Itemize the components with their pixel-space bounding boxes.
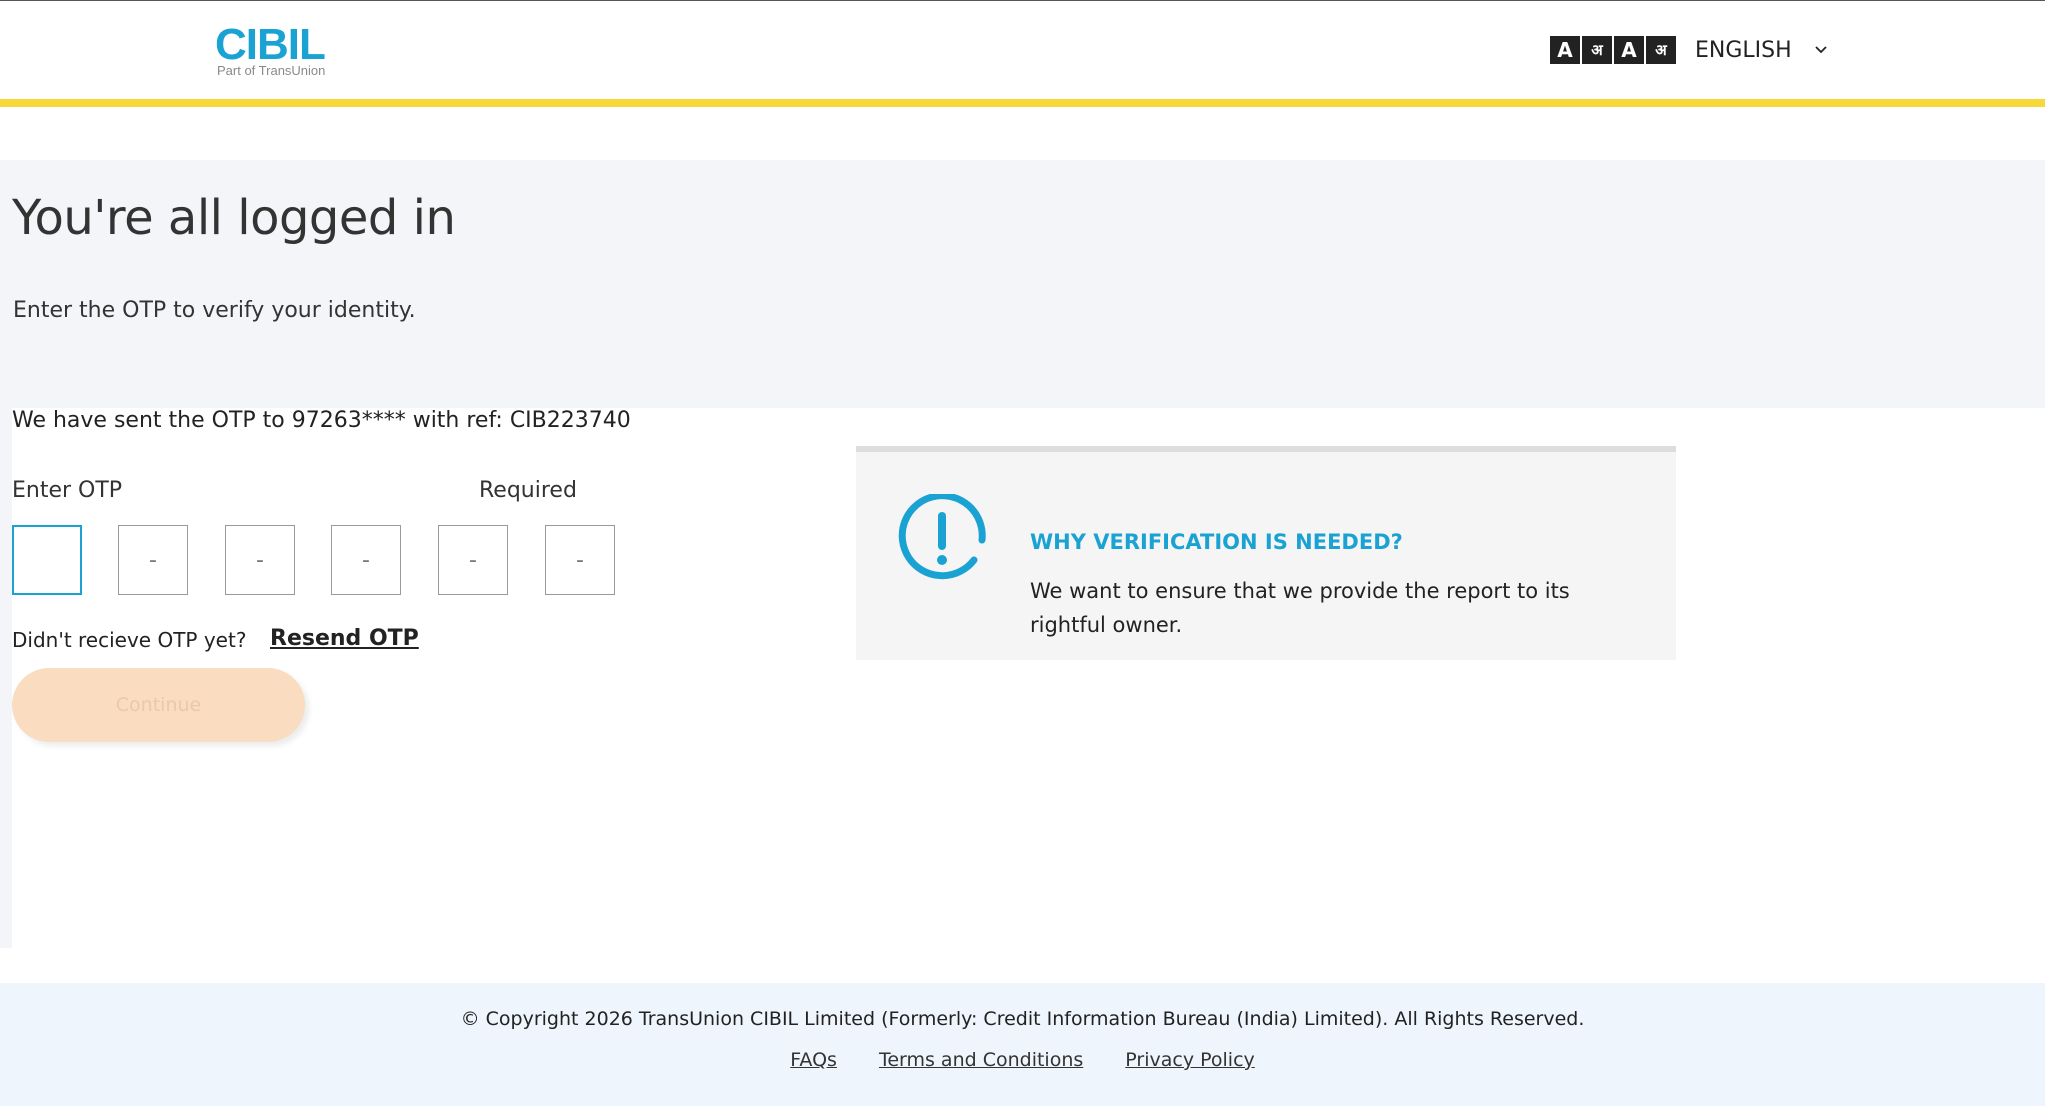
- continue-button[interactable]: Continue: [12, 668, 305, 742]
- footer-link-privacy[interactable]: Privacy Policy: [1125, 1049, 1254, 1071]
- otp-label: Enter OTP: [12, 478, 123, 503]
- otp-digit-4[interactable]: [331, 525, 401, 595]
- chevron-down-icon: [1815, 46, 1827, 54]
- footer-link-faqs[interactable]: FAQs: [790, 1049, 837, 1071]
- font-size-large-english[interactable]: A: [1550, 36, 1580, 64]
- page-title: You're all logged in: [12, 190, 456, 246]
- alert-circle-icon: [898, 494, 986, 580]
- font-size-small-hindi[interactable]: अ: [1582, 36, 1612, 64]
- otp-digit-5[interactable]: [438, 525, 508, 595]
- footer-links: FAQs Terms and Conditions Privacy Policy: [0, 1049, 2045, 1071]
- language-label: ENGLISH: [1695, 37, 1792, 63]
- otp-digit-2[interactable]: [118, 525, 188, 595]
- info-card-title: WHY VERIFICATION IS NEEDED?: [1030, 530, 1403, 554]
- site-footer: [0, 983, 2045, 1106]
- verification-info-card: WHY VERIFICATION IS NEEDED? We want to e…: [856, 446, 1676, 660]
- otp-required-label: Required: [479, 478, 577, 503]
- otp-digit-3[interactable]: [225, 525, 295, 595]
- page-subtitle: Enter the OTP to verify your identity.: [13, 298, 416, 323]
- copyright-text: © Copyright 2026 TransUnion CIBIL Limite…: [460, 1008, 1585, 1030]
- otp-digit-6[interactable]: [545, 525, 615, 595]
- footer-link-terms[interactable]: Terms and Conditions: [879, 1049, 1083, 1071]
- font-size-large-hindi[interactable]: अ: [1646, 36, 1676, 64]
- info-card-text: We want to ensure that we provide the re…: [1030, 579, 1570, 637]
- left-gutter: [0, 408, 12, 948]
- font-size-toggle: A अ A अ: [1550, 36, 1678, 66]
- logo-subtext: Part of TransUnion: [217, 63, 326, 78]
- site-header: CIBIL Part of TransUnion A अ A अ ENGLISH: [0, 1, 2045, 99]
- logo-text: CIBIL: [215, 20, 326, 69]
- cibil-logo[interactable]: CIBIL Part of TransUnion: [215, 21, 345, 81]
- resend-question: Didn't recieve OTP yet?: [12, 628, 247, 652]
- otp-sent-message: We have sent the OTP to 97263**** with r…: [12, 408, 631, 433]
- language-selector[interactable]: ENGLISH: [1695, 34, 1828, 66]
- otp-digit-1[interactable]: [12, 525, 82, 595]
- resend-otp-link[interactable]: Resend OTP: [270, 626, 419, 651]
- font-size-small-english[interactable]: A: [1614, 36, 1644, 64]
- header-accent-bar: [0, 99, 2045, 107]
